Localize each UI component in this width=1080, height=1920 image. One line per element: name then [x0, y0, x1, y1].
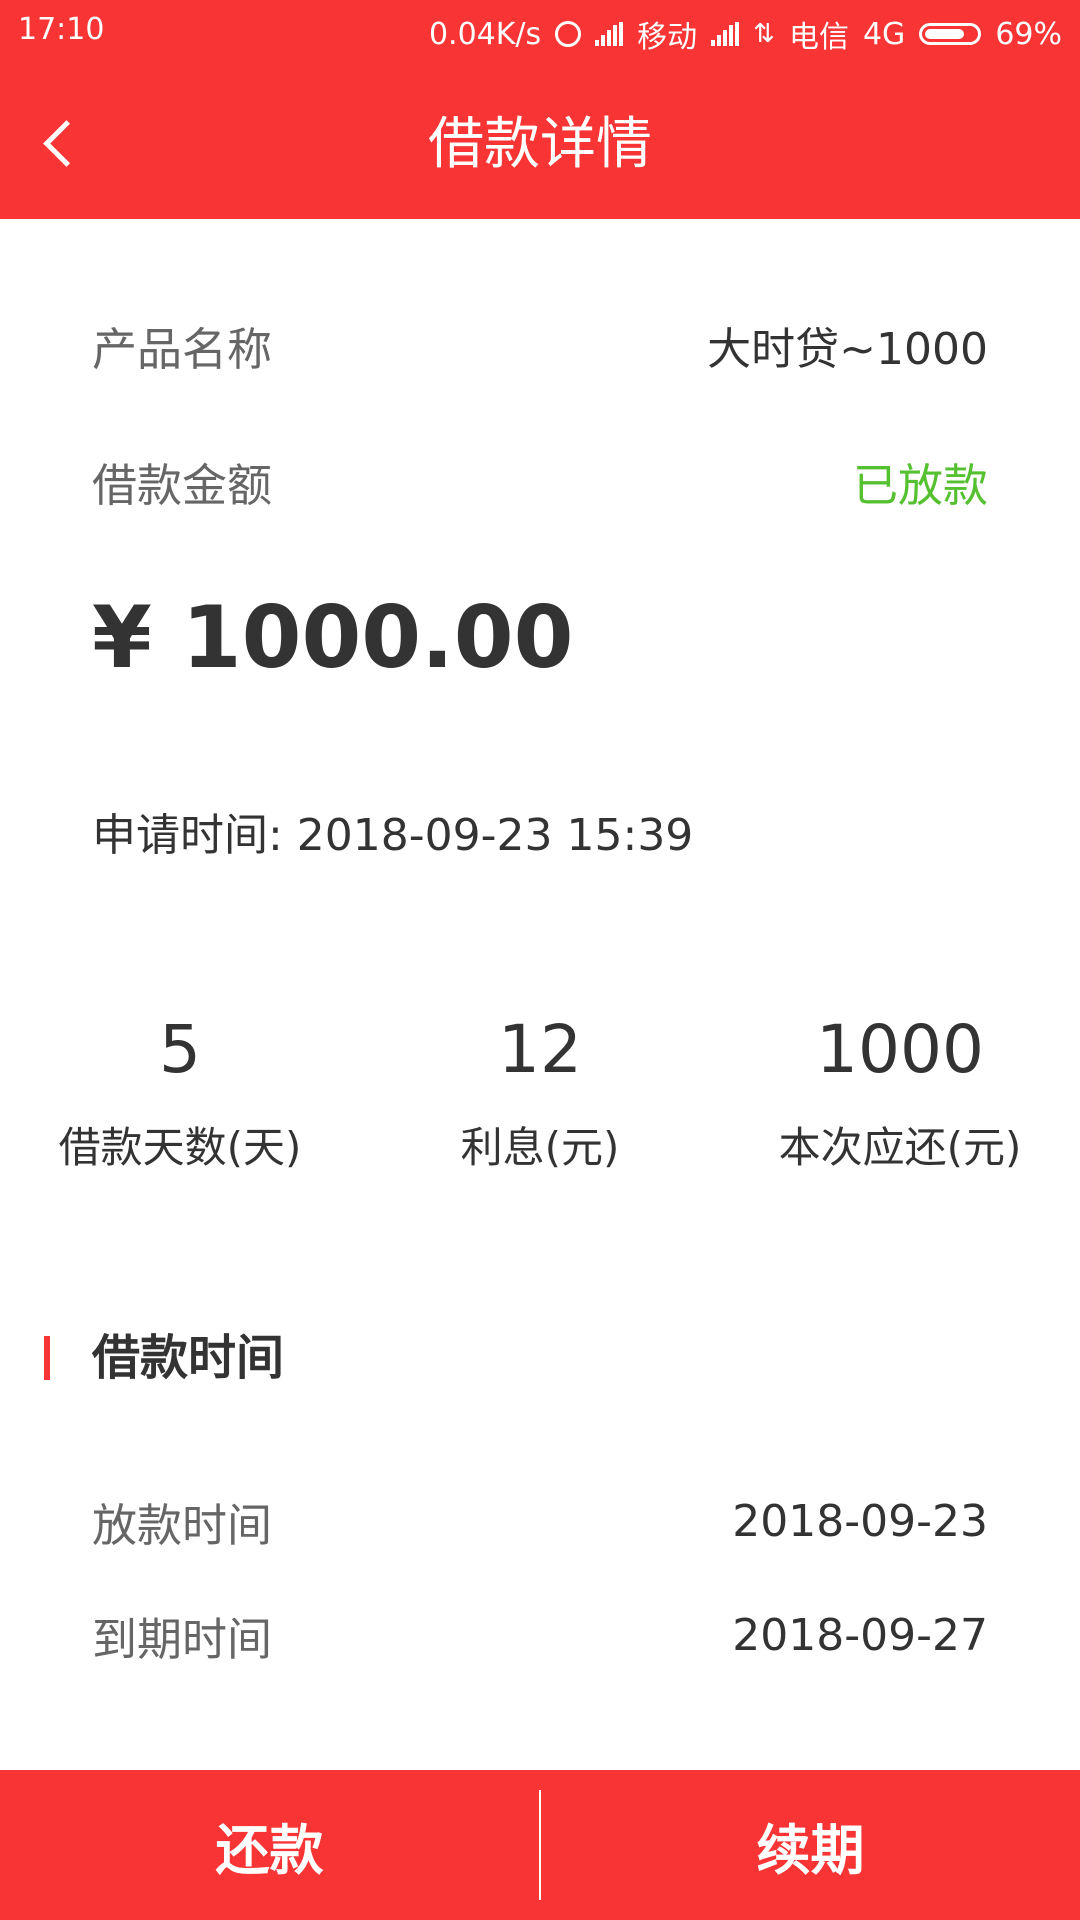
stat-label: 借款天数(天)	[58, 1123, 302, 1172]
disburse-time-row: 放款时间 2018-09-23	[92, 1486, 988, 1556]
stat-interest: 12 利息(元)	[360, 1010, 720, 1176]
page-title: 借款详情	[428, 112, 652, 177]
disburse-time-value: 2018-09-23	[732, 1495, 988, 1547]
product-row: 产品名称 大时贷~1000	[92, 310, 988, 380]
stat-label: 利息(元)	[460, 1123, 620, 1172]
due-time-label: 到期时间	[92, 1612, 273, 1666]
alarm-icon	[555, 21, 582, 47]
renew-button[interactable]: 续期	[541, 1770, 1080, 1920]
stat-days: 5 借款天数(天)	[0, 1010, 360, 1176]
due-time-value: 2018-09-27	[732, 1609, 988, 1661]
network-speed: 0.04K/s	[428, 16, 542, 52]
status-indicators: 0.04K/s 移动 ⇅ 电信 4G 69%	[415, 12, 1062, 56]
battery-icon	[919, 23, 982, 45]
amount-label: 借款金额	[92, 458, 273, 512]
signal-icon	[711, 22, 740, 46]
stat-value: 12	[498, 1011, 582, 1088]
status-bar: 17:10 0.04K/s 移动 ⇅ 电信 4G 69%	[0, 0, 1080, 60]
carrier-1: 移动	[637, 20, 698, 55]
loan-amount: ¥ 1000.00	[92, 588, 574, 688]
status-badge: 已放款	[852, 458, 988, 512]
footer-actions: 还款 续期	[0, 1770, 1080, 1920]
due-time-row: 到期时间 2018-09-27	[92, 1600, 988, 1670]
signal-icon	[595, 22, 624, 46]
network-type: 4G	[862, 16, 906, 52]
disburse-time-label: 放款时间	[92, 1498, 273, 1552]
data-transfer-icon: ⇅	[753, 19, 775, 49]
stat-value: 1000	[816, 1011, 984, 1088]
product-label: 产品名称	[92, 322, 273, 376]
stat-value: 5	[159, 1011, 201, 1088]
stat-label: 本次应还(元)	[778, 1123, 1022, 1172]
stat-repay-amount: 1000 本次应还(元)	[720, 1010, 1080, 1176]
product-value: 大时贷~1000	[707, 324, 988, 375]
section-accent-bar	[44, 1336, 50, 1380]
carrier-2: 电信	[788, 20, 849, 55]
header: 17:10 0.04K/s 移动 ⇅ 电信 4G 69% 借款详情	[0, 0, 1080, 219]
repay-button[interactable]: 还款	[0, 1770, 539, 1920]
section-title: 借款时间	[92, 1330, 285, 1386]
status-time: 17:10	[18, 12, 105, 47]
amount-row: 借款金额 已放款	[92, 446, 988, 516]
battery-level: 69%	[995, 16, 1062, 52]
apply-time: 申请时间: 2018-09-23 15:39	[92, 810, 694, 861]
